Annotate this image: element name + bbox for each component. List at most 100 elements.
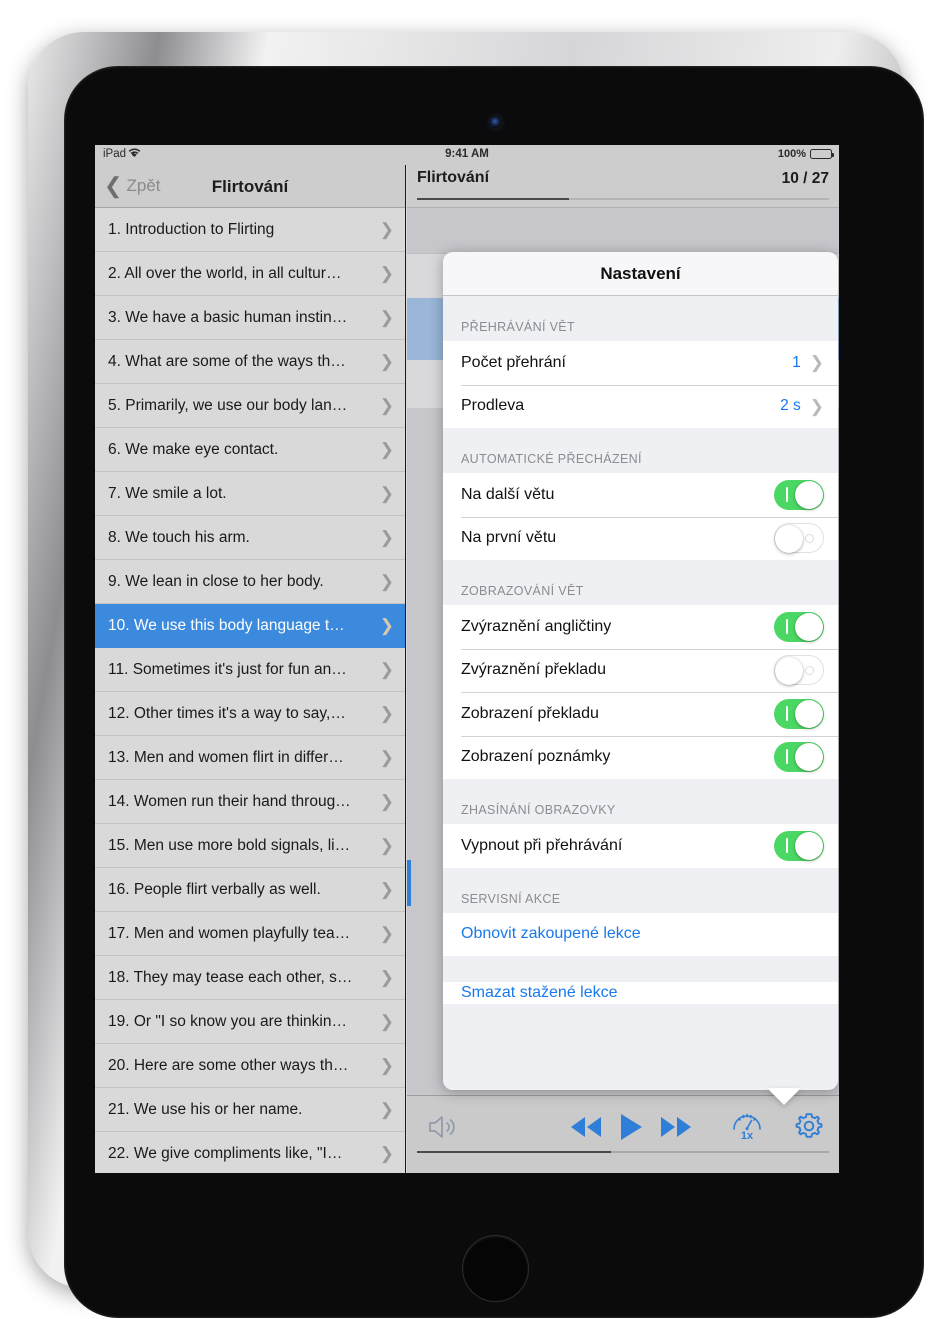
lesson-row[interactable]: 8. We touch his arm. ❯ xyxy=(95,516,405,560)
lesson-row[interactable]: 7. We smile a lot. ❯ xyxy=(95,472,405,516)
lesson-row[interactable]: 16. People flirt verbally as well. ❯ xyxy=(95,868,405,912)
settings-row[interactable]: Obnovit zakoupené lekce xyxy=(443,912,838,956)
settings-row[interactable]: Na první větu xyxy=(443,516,838,560)
settings-toggle-switch[interactable] xyxy=(774,830,824,861)
settings-row-label: Zvýraznění překladu xyxy=(461,661,606,679)
settings-row-value: 2 s xyxy=(780,397,801,415)
settings-toggle-switch[interactable] xyxy=(774,655,824,686)
settings-group-header: AUTOMATICKÉ PŘECHÁZENÍ xyxy=(443,428,838,473)
lesson-row[interactable]: 12. Other times it's a way to say,… ❯ xyxy=(95,692,405,736)
settings-row[interactable]: Počet přehrání 1 ❯ xyxy=(443,341,838,385)
lesson-row[interactable]: 19. Or "I so know you are thinkin… ❯ xyxy=(95,1000,405,1044)
toolbar-icon-row: 1x xyxy=(407,1102,839,1148)
chevron-right-icon: ❯ xyxy=(809,396,824,416)
gear-icon[interactable] xyxy=(789,1106,829,1146)
settings-row-label: Na první větu xyxy=(461,529,557,547)
popover-title: Nastavení xyxy=(600,263,681,283)
settings-row[interactable]: Zvýraznění překladu xyxy=(443,648,838,692)
settings-group-header: SERVISNÍ AKCE xyxy=(443,867,838,913)
lesson-row[interactable]: 10. We use this body language t… ❯ xyxy=(95,604,405,648)
lesson-row-label: 13. Men and women flirt in differ… xyxy=(108,748,344,766)
settings-row-label: Počet přehrání xyxy=(461,353,566,371)
rewind-icon[interactable] xyxy=(565,1110,607,1144)
chevron-right-icon: ❯ xyxy=(379,396,394,415)
home-button[interactable] xyxy=(462,1235,529,1302)
lesson-row[interactable]: 13. Men and women flirt in differ… ❯ xyxy=(95,736,405,780)
lesson-row-label: 9. We lean in close to her body. xyxy=(108,572,324,590)
lesson-row[interactable]: 17. Men and women playfully tea… ❯ xyxy=(95,912,405,956)
chevron-right-icon: ❯ xyxy=(379,924,394,943)
settings-row[interactable]: Na další větu xyxy=(443,473,838,517)
settings-list[interactable]: PŘEHRÁVÁNÍ VĚT Počet přehrání 1 ❯ Prodleva 2 … xyxy=(443,296,838,1090)
toggle-knob xyxy=(775,657,803,686)
settings-row[interactable]: Vypnout při přehrávání xyxy=(443,824,838,868)
lesson-row[interactable]: 4. What are some of the ways th… ❯ xyxy=(95,340,405,384)
lesson-row-label: 2. All over the world, in all cultur… xyxy=(108,264,342,282)
settings-row[interactable]: Smazat stažené lekce xyxy=(443,982,838,1004)
play-icon[interactable] xyxy=(610,1110,652,1144)
lesson-row[interactable]: 11. Sometimes it's just for fun an… ❯ xyxy=(95,648,405,692)
lesson-row-label: 18. They may tease each other, s… xyxy=(108,968,353,986)
settings-toggle-switch[interactable] xyxy=(774,698,824,729)
detail-title: Flirtování xyxy=(417,169,490,186)
settings-row[interactable]: Zvýraznění angličtiny xyxy=(443,605,838,649)
chevron-right-icon: ❯ xyxy=(379,220,394,239)
lesson-row-label: 14. Women run their hand throug… xyxy=(108,792,351,810)
lesson-row[interactable]: 6. We make eye contact. ❯ xyxy=(95,428,405,472)
detail-navbar: Flirtování 10 / 27 xyxy=(407,165,839,208)
chevron-right-icon: ❯ xyxy=(379,352,394,371)
lesson-row[interactable]: 9. We lean in close to her body. ❯ xyxy=(95,560,405,604)
lesson-row[interactable]: 5. Primarily, we use our body lan… ❯ xyxy=(95,384,405,428)
lesson-row-label: 12. Other times it's a way to say,… xyxy=(108,704,346,722)
lesson-row[interactable]: 20. Here are some other ways th… ❯ xyxy=(95,1044,405,1088)
settings-row-label: Prodleva xyxy=(461,397,525,415)
settings-row[interactable]: Prodleva 2 s ❯ xyxy=(443,384,838,428)
lesson-row[interactable]: 1. Introduction to Flirting ❯ xyxy=(95,208,405,252)
toggle-knob xyxy=(775,525,803,554)
speed-label: 1x xyxy=(740,1130,754,1142)
lesson-row[interactable]: 3. We have a basic human instin… ❯ xyxy=(95,296,405,340)
toggle-knob xyxy=(795,480,823,509)
settings-row-label: Smazat stažené lekce xyxy=(461,984,618,1001)
settings-toggle-switch[interactable] xyxy=(774,479,824,510)
status-bar-clock: 9:41 AM xyxy=(445,148,489,160)
toggle-off-mark-icon xyxy=(805,666,814,676)
toggle-knob xyxy=(795,743,823,772)
toggle-on-mark-icon xyxy=(786,749,788,765)
lesson-row-label: 8. We touch his arm. xyxy=(108,528,250,546)
settings-toggle-switch[interactable] xyxy=(774,611,824,642)
settings-row[interactable]: Zobrazení poznámky xyxy=(443,735,838,779)
lesson-row[interactable]: 2. All over the world, in all cultur… ❯ xyxy=(95,252,405,296)
lesson-row[interactable]: 21. We use his or her name. ❯ xyxy=(95,1088,405,1132)
speaker-icon[interactable] xyxy=(423,1108,463,1146)
lesson-row[interactable]: 15. Men use more bold signals, li… ❯ xyxy=(95,824,405,868)
lesson-progress-bar[interactable] xyxy=(417,198,829,200)
fast-forward-icon[interactable] xyxy=(655,1110,697,1144)
seek-bar[interactable] xyxy=(417,1151,829,1153)
lesson-row-label: 22. We give compliments like, "I… xyxy=(108,1144,343,1162)
settings-group-gap xyxy=(443,956,838,982)
lesson-row[interactable]: 14. Women run their hand throug… ❯ xyxy=(95,780,405,824)
toggle-off-mark-icon xyxy=(805,534,814,544)
settings-row-label: Zobrazení překladu xyxy=(461,704,599,722)
chevron-right-icon: ❯ xyxy=(379,1056,394,1075)
lesson-list[interactable]: 1. Introduction to Flirting ❯ 2. All over … xyxy=(95,208,405,1173)
chevron-right-icon: ❯ xyxy=(379,792,394,811)
lesson-row[interactable]: 22. We give compliments like, "I… ❯ xyxy=(95,1132,405,1173)
speed-gauge-icon[interactable]: 1x xyxy=(725,1105,769,1147)
lesson-row[interactable]: 18. They may tease each other, s… ❯ xyxy=(95,956,405,1000)
settings-toggle-switch[interactable] xyxy=(774,523,824,554)
toggle-knob xyxy=(795,699,823,728)
ipad-screen: iPad ◐ 9:41 AM 100% ❮ Zpět Flirtování 1.… xyxy=(95,145,839,1173)
lesson-row-label: 11. Sometimes it's just for fun an… xyxy=(108,660,347,678)
status-bar: iPad ◐ 9:41 AM 100% xyxy=(95,145,839,165)
chevron-right-icon: ❯ xyxy=(379,660,394,679)
lesson-row-label: 1. Introduction to Flirting xyxy=(108,220,275,238)
front-camera-icon xyxy=(490,117,501,128)
lesson-row-label: 5. Primarily, we use our body lan… xyxy=(108,396,348,414)
chevron-right-icon: ❯ xyxy=(379,528,394,547)
settings-toggle-switch[interactable] xyxy=(774,742,824,773)
settings-row[interactable]: Zobrazení překladu xyxy=(443,692,838,736)
toggle-knob xyxy=(795,831,823,860)
lesson-row-label: 16. People flirt verbally as well. xyxy=(108,880,321,898)
